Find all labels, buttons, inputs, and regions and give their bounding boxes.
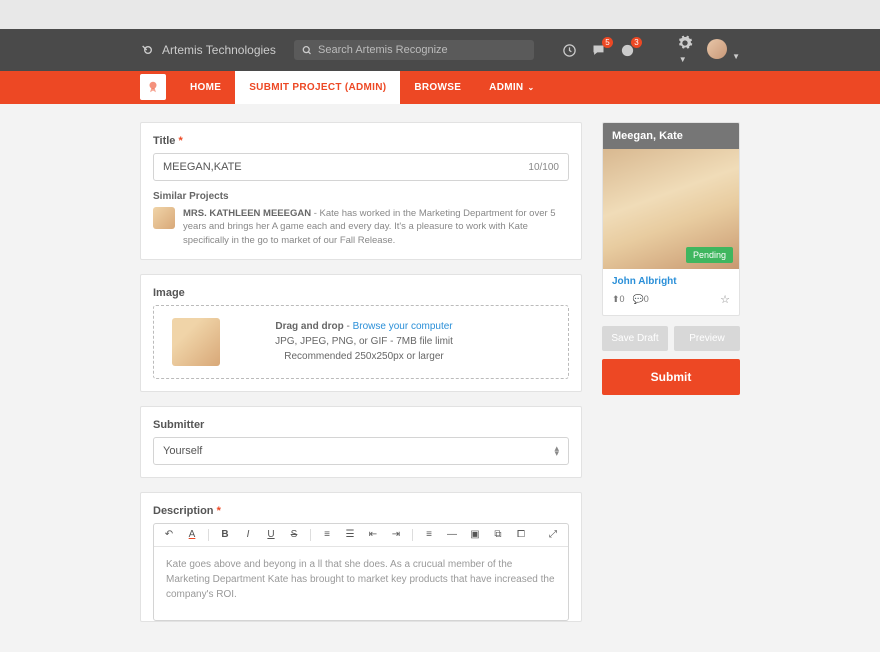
description-card: Description * ↶ A B I U S ≡ ☰ ⇤ <box>140 492 582 622</box>
comment-stat: 💬0 <box>633 294 649 305</box>
globe-badge: 3 <box>631 37 641 48</box>
browse-link[interactable]: Browse your computer <box>353 321 453 332</box>
nav-admin-label: ADMIN <box>489 82 523 93</box>
align-icon[interactable]: ≡ <box>422 529 436 540</box>
toolbar-divider <box>412 529 413 541</box>
award-icon <box>146 80 160 94</box>
title-input-wrap[interactable]: 10/100 <box>153 153 569 181</box>
gear-icon[interactable]: ▼ <box>677 35 693 65</box>
image-thumbnail <box>172 318 220 366</box>
description-label: Description * <box>153 505 569 517</box>
submit-button[interactable]: Submit <box>602 359 740 395</box>
brand-logo-icon <box>140 42 156 58</box>
font-color-icon[interactable]: A <box>185 529 199 540</box>
nav-home[interactable]: HOME <box>176 71 235 104</box>
preview-author[interactable]: John Albright <box>612 276 730 287</box>
submitter-label: Submitter <box>153 419 569 431</box>
image-card: Image Drag and drop - Browse your comput… <box>140 274 582 392</box>
link-icon[interactable]: ⧉ <box>491 529 505 540</box>
list-ul-icon[interactable]: ☰ <box>343 529 357 540</box>
rich-text-editor: ↶ A B I U S ≡ ☰ ⇤ ⇥ ≡ — <box>153 523 569 621</box>
nav-logo[interactable] <box>140 74 166 100</box>
preview-stats: ⬆0 💬0 ☆ <box>612 293 730 306</box>
upvote-stat: ⬆0 <box>612 294 625 305</box>
expand-icon[interactable]: ⤢ <box>546 529 560 540</box>
nav-browse[interactable]: BROWSE <box>400 71 475 104</box>
italic-icon[interactable]: I <box>241 529 255 540</box>
brand-text: Artemis Technologies <box>162 43 276 57</box>
title-label: Title * <box>153 135 569 147</box>
indent-icon[interactable]: ⇥ <box>389 529 403 540</box>
title-counter: 10/100 <box>528 162 559 173</box>
chat-badge: 5 <box>602 37 612 48</box>
image-label: Image <box>153 287 569 299</box>
search-icon <box>302 45 312 56</box>
dropzone-text: Drag and drop - Browse your computer JPG… <box>248 319 480 364</box>
select-caret-icon: ▴▾ <box>554 446 559 457</box>
status-badge: Pending <box>686 247 733 263</box>
hr-icon[interactable]: — <box>445 529 459 540</box>
globe-icon[interactable]: 3 <box>620 43 635 58</box>
similar-text: MRS. KATHLEEN MEEEGAN - Kate has worked … <box>183 207 569 247</box>
brand[interactable]: Artemis Technologies <box>140 42 276 58</box>
chevron-down-icon: ⌄ <box>527 83 534 92</box>
preview-image: Pending <box>603 149 739 269</box>
similar-avatar <box>153 207 175 229</box>
nav-admin[interactable]: ADMIN ⌄ <box>475 71 548 104</box>
code-icon[interactable]: ⧠ <box>514 529 528 540</box>
search-input[interactable] <box>318 44 526 56</box>
window-chrome <box>0 0 880 29</box>
preview-title: Meegan, Kate <box>603 123 739 149</box>
bold-icon[interactable]: B <box>218 529 232 540</box>
preview-button[interactable]: Preview <box>674 326 740 351</box>
chat-icon[interactable]: 5 <box>591 43 606 58</box>
nav-submit-project[interactable]: SUBMIT PROJECT (ADMIN) <box>235 71 400 104</box>
chevron-down-icon: ▼ <box>732 52 740 61</box>
outdent-icon[interactable]: ⇤ <box>366 529 380 540</box>
strike-icon[interactable]: S <box>287 529 301 540</box>
similar-projects-label: Similar Projects <box>153 191 569 202</box>
search-box[interactable] <box>294 40 534 60</box>
toolbar-divider <box>208 529 209 541</box>
image-dropzone[interactable]: Drag and drop - Browse your computer JPG… <box>153 305 569 379</box>
user-menu[interactable]: ▼ <box>707 39 740 62</box>
main-nav: HOME SUBMIT PROJECT (ADMIN) BROWSE ADMIN… <box>0 71 880 104</box>
image-icon[interactable]: ▣ <box>468 529 482 540</box>
submitter-select[interactable]: Yourself ▴▾ <box>153 437 569 465</box>
chevron-down-icon: ▼ <box>679 55 687 64</box>
list-ol-icon[interactable]: ≡ <box>320 529 334 540</box>
top-header: Artemis Technologies 5 3 ▼ <box>0 29 880 71</box>
editor-toolbar: ↶ A B I U S ≡ ☰ ⇤ ⇥ ≡ — <box>154 524 568 547</box>
similar-project-item[interactable]: MRS. KATHLEEN MEEEGAN - Kate has worked … <box>153 207 569 247</box>
preview-card: Meegan, Kate Pending John Albright ⬆0 💬0… <box>602 122 740 316</box>
title-card: Title * 10/100 Similar Projects MRS. KAT… <box>140 122 582 260</box>
title-input[interactable] <box>163 161 528 173</box>
avatar-icon <box>707 39 727 59</box>
submitter-card: Submitter Yourself ▴▾ <box>140 406 582 478</box>
underline-icon[interactable]: U <box>264 529 278 540</box>
description-textarea[interactable]: Kate goes above and beyong in a ll that … <box>154 547 568 620</box>
submitter-value: Yourself <box>163 445 202 457</box>
star-icon[interactable]: ☆ <box>720 293 730 306</box>
save-draft-button[interactable]: Save Draft <box>602 326 668 351</box>
clock-icon[interactable] <box>562 43 577 58</box>
undo-icon[interactable]: ↶ <box>162 529 176 540</box>
toolbar-divider <box>310 529 311 541</box>
